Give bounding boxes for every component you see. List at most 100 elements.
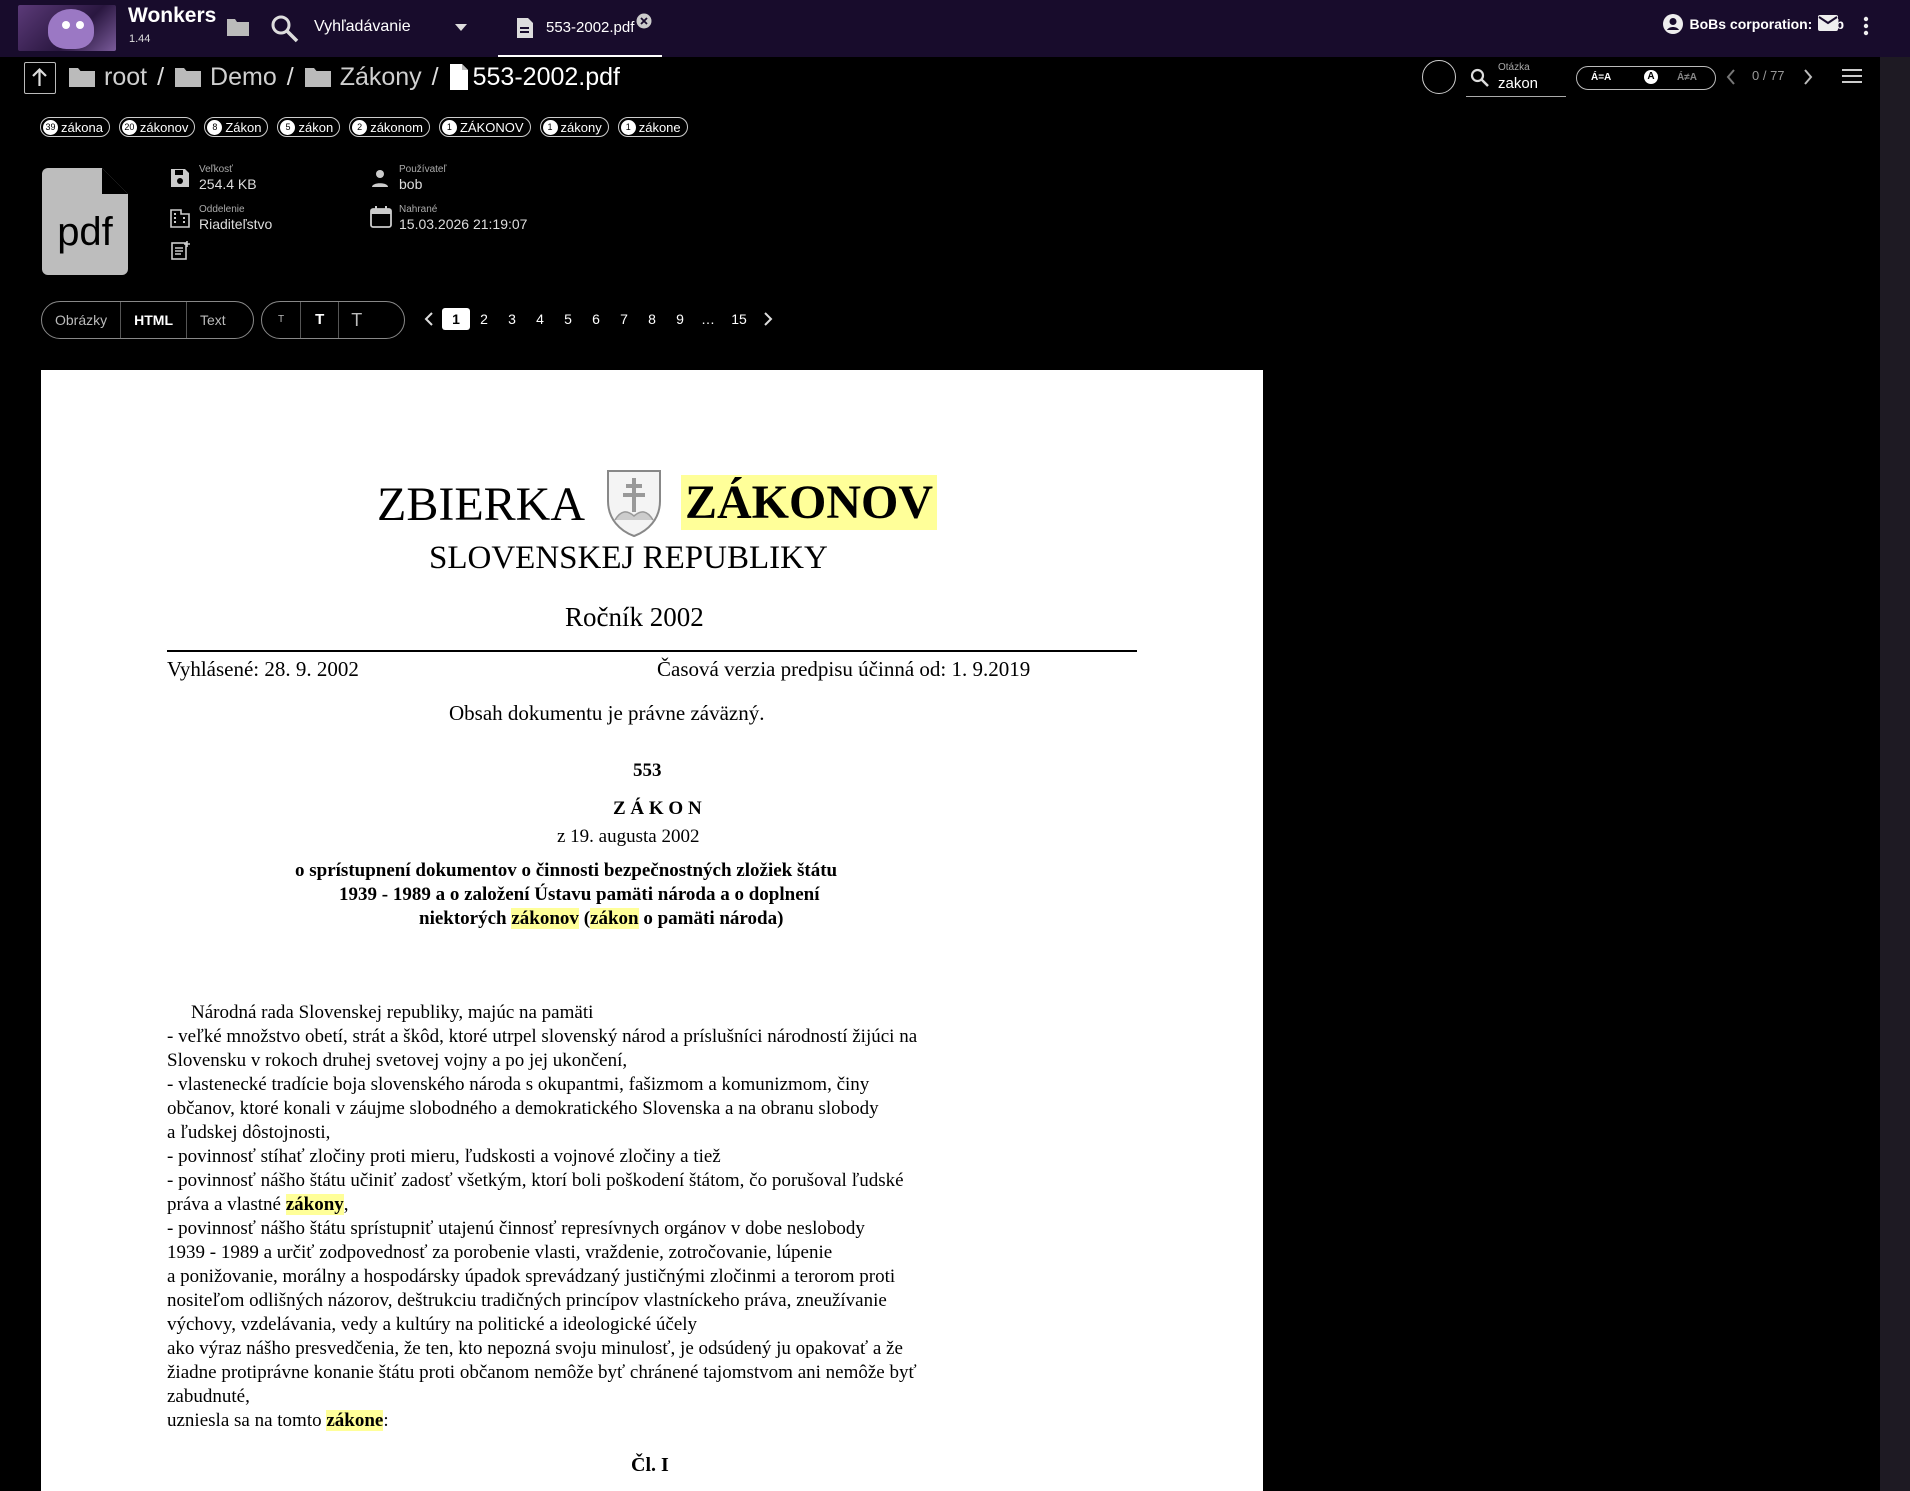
case-option-exact[interactable]: A <box>1644 70 1658 84</box>
mail-icon[interactable] <box>1818 15 1838 31</box>
doc-paragraph-line: - vlastenecké tradície boja slovenského … <box>167 1074 870 1095</box>
chevron-left-icon[interactable] <box>1726 69 1736 85</box>
doc-paragraph-line: 1939 - 1989 a určiť zodpovednosť za poro… <box>167 1242 833 1263</box>
note-add-icon[interactable] <box>171 240 191 260</box>
chip[interactable]: 39 zákona <box>40 117 110 137</box>
chip[interactable]: 2 zákonom <box>349 117 430 137</box>
case-option-strict[interactable]: Á≠A <box>1677 72 1697 83</box>
doc-title-left: ZBIERKA <box>377 478 585 531</box>
doc-paragraph-line: - povinnosť stíhať zločiny proti mieru, … <box>167 1146 721 1167</box>
view-mode-toggle: Obrázky HTML Text <box>41 301 254 339</box>
doc-subtitle: SLOVENSKEJ REPUBLIKY <box>429 540 828 576</box>
doc-paragraph-line: výchovy, vzdelávania, vedy a kultúry na … <box>167 1314 698 1335</box>
organization-label: BoBs corporation: <box>1689 16 1813 32</box>
font-large-button[interactable]: T <box>339 302 374 338</box>
chip[interactable]: 8 Zákon <box>204 117 269 137</box>
file-uploaded: Nahrané 15.03.2026 21:19:07 <box>399 204 528 232</box>
user-info[interactable]: BoBs corporation: bob <box>1663 14 1844 34</box>
doc-heading-line: 1939 - 1989 a o založení Ústavu pamäti n… <box>339 884 820 905</box>
breadcrumb-root[interactable]: root <box>68 63 147 92</box>
tab-document[interactable]: 553-2002.pdf <box>498 0 662 57</box>
doc-paragraph-line: - povinnosť nášho štátu učiniť zadosť vš… <box>167 1170 904 1191</box>
breadcrumb-separator: / <box>431 62 439 91</box>
breadcrumb-demo[interactable]: Demo <box>174 63 277 92</box>
doc-paragraph-line: práva a vlastné zákony, <box>167 1194 349 1215</box>
question-input[interactable]: zakon <box>1498 75 1538 92</box>
pdf-file-label: pdf <box>57 210 113 254</box>
search-icon[interactable] <box>270 14 300 44</box>
font-small-button[interactable]: T <box>262 302 300 338</box>
doc-paragraph-line: - veľké množstvo obetí, strát a škôd, kt… <box>167 1026 918 1047</box>
folder-icon <box>69 68 95 87</box>
case-sensitivity-toggle[interactable]: Á=A A Á≠A <box>1576 66 1716 90</box>
folder-icon <box>304 68 331 87</box>
status-circle-button[interactable] <box>1422 60 1456 94</box>
search-menu-label[interactable]: Vyhľadávanie <box>314 18 411 36</box>
chip[interactable]: 1 zákony <box>539 117 609 137</box>
document-icon <box>517 18 533 38</box>
breadcrumb: root / Demo / Zákony / 553-2002.pdf <box>68 60 620 94</box>
doc-kind: Z Á K O N <box>613 798 702 819</box>
doc-version: Časová verzia predpisu účinná od: 1. 9.2… <box>657 657 1031 681</box>
doc-paragraph-line: uzniesla sa na tomto zákone: <box>167 1410 389 1431</box>
chevron-right-icon[interactable] <box>756 308 780 330</box>
page-button[interactable]: 7 <box>610 311 638 327</box>
page-button[interactable]: 2 <box>470 311 498 327</box>
page-ellipsis: … <box>701 311 715 327</box>
page-button[interactable]: 3 <box>498 311 526 327</box>
calendar-icon <box>370 206 392 228</box>
font-size-toggle: T T T <box>261 301 405 339</box>
file-size: Veľkosť 254.4 KB <box>199 164 257 192</box>
page-button[interactable]: 9 <box>666 311 694 327</box>
breadcrumb-zakony[interactable]: Zákony <box>304 63 422 92</box>
question-caption: Otázka <box>1498 62 1530 73</box>
view-images-button[interactable]: Obrázky <box>42 302 120 338</box>
doc-divider <box>167 650 1137 652</box>
doc-paragraph-line: - povinnosť nášho štátu sprístupniť utaj… <box>167 1218 865 1239</box>
page-button[interactable]: 1 <box>442 308 470 330</box>
tab-label: 553-2002.pdf <box>546 19 635 36</box>
up-button[interactable] <box>24 62 56 94</box>
page-button[interactable]: 5 <box>554 311 582 327</box>
account-icon <box>1663 14 1684 34</box>
chip[interactable]: 20 zákonov <box>118 117 196 137</box>
doc-paragraph-line: občanov, ktoré konali v záujme slobodnéh… <box>167 1098 879 1119</box>
doc-paragraph-line: a ľudskej dôstojnosti, <box>167 1122 331 1143</box>
page-button[interactable]: 15 <box>722 311 756 327</box>
doc-date: z 19. augusta 2002 <box>557 826 700 847</box>
question-field[interactable]: Otázka zakon <box>1466 60 1566 97</box>
file-icon <box>449 64 468 90</box>
folder-icon[interactable] <box>226 17 250 37</box>
page-button[interactable]: 6 <box>582 311 610 327</box>
page-button[interactable]: 8 <box>638 311 666 327</box>
view-text-button[interactable]: Text <box>187 302 239 338</box>
more-vert-icon[interactable] <box>1863 16 1869 36</box>
match-chips: 39 zákona 20 zákonov 8 Zákon 5 zákon 2 zákono… <box>40 117 688 137</box>
person-icon <box>372 170 388 187</box>
breadcrumb-current: 553-2002.pdf <box>449 63 620 92</box>
chevron-right-icon[interactable] <box>1803 69 1813 85</box>
doc-announced: Vyhlásené: 28. 9. 2002 <box>167 657 359 681</box>
case-option-fold[interactable]: Á=A <box>1591 72 1611 83</box>
menu-icon[interactable] <box>1842 68 1862 84</box>
coat-of-arms-emblem <box>607 470 661 538</box>
chip[interactable]: 1 zákone <box>617 117 688 137</box>
chevron-left-icon[interactable] <box>418 308 442 330</box>
app-name: Wonkers <box>128 4 217 27</box>
search-icon <box>1470 68 1489 87</box>
font-medium-button[interactable]: T <box>300 302 340 338</box>
chip[interactable]: 1 ZÁKONOV <box>438 117 531 137</box>
doc-heading-line: niektorých zákonov (zákon o pamäti národ… <box>419 908 784 929</box>
doc-number: 553 <box>633 760 662 781</box>
arrow-up-icon <box>32 67 47 86</box>
doc-paragraph-line: ako výraz nášho presvedčenia, že ten, kt… <box>167 1338 903 1359</box>
chevron-down-icon[interactable] <box>455 24 467 32</box>
doc-paragraph-line: a ponižovanie, morálny a hospodársky úpa… <box>167 1266 896 1287</box>
app-logo[interactable] <box>18 5 116 51</box>
building-icon <box>170 209 190 228</box>
scrollbar[interactable] <box>1880 57 1910 1491</box>
chip[interactable]: 5 zákon <box>277 117 341 137</box>
close-icon[interactable] <box>636 13 652 29</box>
view-html-button[interactable]: HTML <box>120 302 188 338</box>
page-button[interactable]: 4 <box>526 311 554 327</box>
